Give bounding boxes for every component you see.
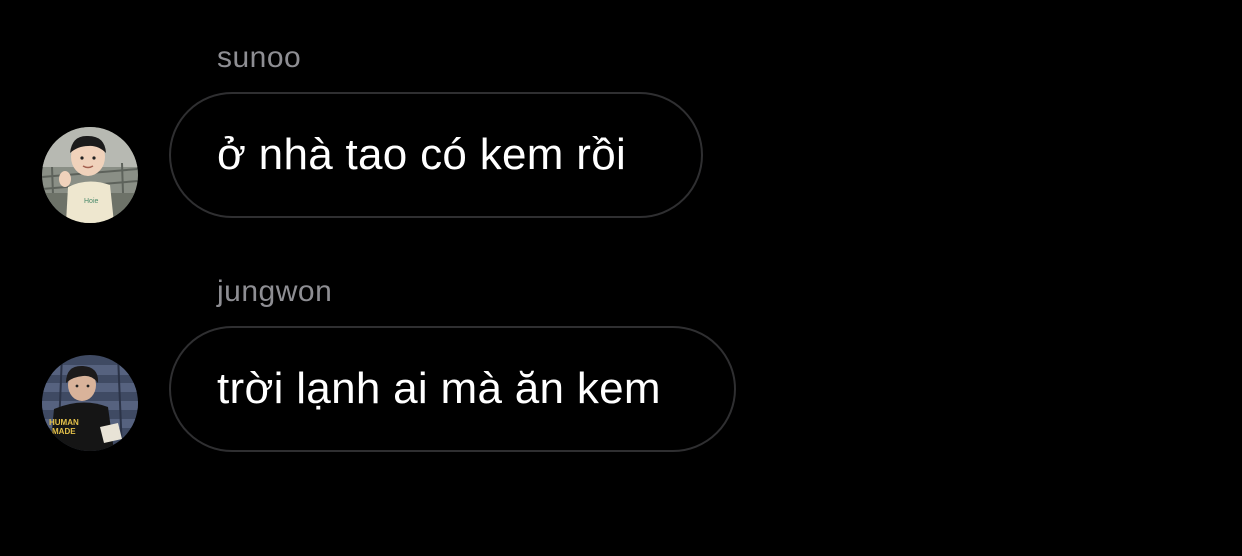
message-thread: sunoo Hoie ở nhà tao có kem rồi jungwon … — [0, 0, 1242, 556]
message-bubble[interactable]: trời lạnh ai mà ăn kem — [169, 326, 736, 452]
avatar-sunoo[interactable]: Hoie — [42, 127, 138, 223]
message-text: ở nhà tao có kem rồi — [217, 130, 627, 179]
message-bubble[interactable]: ở nhà tao có kem rồi — [169, 92, 703, 218]
svg-text:HUMAN: HUMAN — [49, 418, 79, 427]
message-text: trời lạnh ai mà ăn kem — [217, 364, 661, 413]
svg-text:MADE: MADE — [52, 427, 76, 436]
person-photo-avatar-icon: HUMAN MADE — [42, 355, 138, 451]
sender-name: sunoo — [217, 41, 302, 74]
avatar-jungwon[interactable]: HUMAN MADE — [42, 355, 138, 451]
sender-name: jungwon — [217, 275, 333, 308]
svg-text:Hoie: Hoie — [84, 198, 99, 205]
child-photo-avatar-icon: Hoie — [42, 127, 138, 223]
